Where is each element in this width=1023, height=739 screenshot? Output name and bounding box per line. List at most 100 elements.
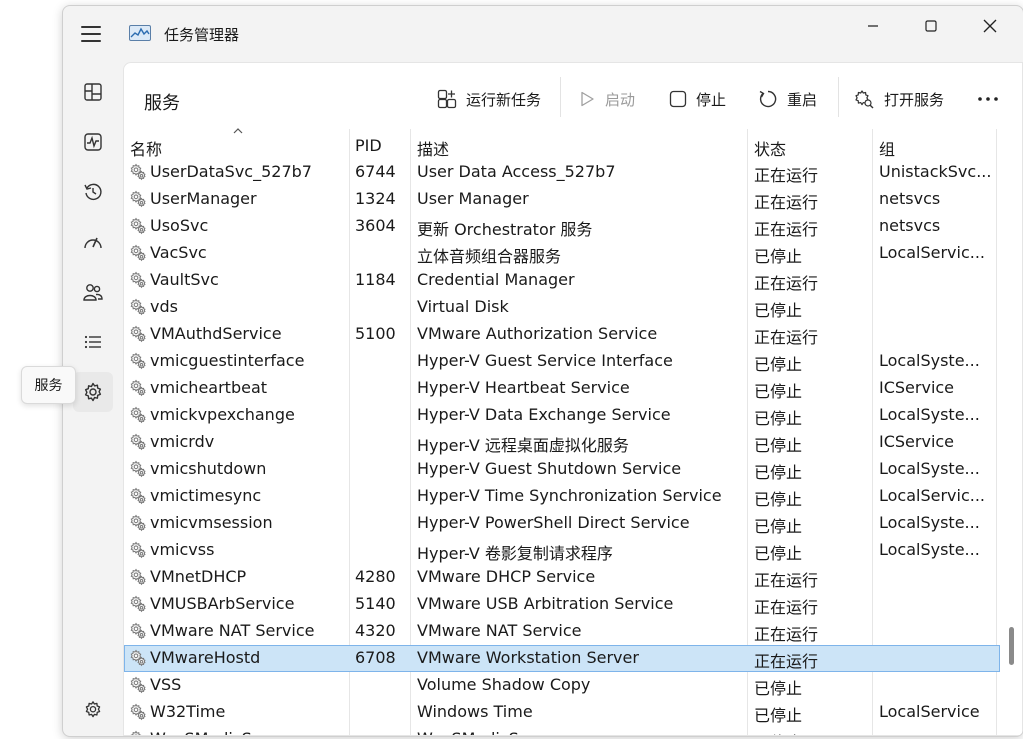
- service-gear-icon: [129, 649, 147, 667]
- service-group: LocalService: [879, 702, 980, 721]
- table-row[interactable]: VSS Volume Shadow Copy 已停止: [124, 672, 1000, 699]
- app-history-icon: [84, 183, 102, 201]
- service-status: 正在运行: [754, 652, 819, 671]
- restart-button[interactable]: 重启: [758, 83, 817, 115]
- hamburger-menu-icon[interactable]: [81, 26, 101, 42]
- run-new-task-icon: [437, 89, 457, 109]
- table-row[interactable]: vds Virtual Disk 已停止: [124, 294, 1000, 321]
- service-group: LocalSyste...: [879, 405, 980, 424]
- column-header-pid[interactable]: PID: [355, 136, 382, 155]
- column-header-group[interactable]: 组: [879, 136, 895, 160]
- table-row[interactable]: VMUSBArbService 5140 VMware USB Arbitratio…: [124, 591, 1000, 618]
- service-status: 已停止: [754, 355, 803, 374]
- restart-icon: [759, 90, 777, 108]
- service-pid: 3604: [355, 216, 396, 235]
- table-row[interactable]: UsoSvc 3604 更新 Orchestrator 服务 正在运行 netsvcs: [124, 213, 1000, 240]
- details-icon: [84, 335, 101, 349]
- table-row[interactable]: vmicheartbeat Hyper-V Heartbeat Service 已停…: [124, 375, 1000, 402]
- open-services-button[interactable]: 打开服务: [853, 83, 944, 115]
- table-row[interactable]: VMAuthdService 5100 VMware Authorization S…: [124, 321, 1000, 348]
- service-gear-icon: [129, 379, 147, 397]
- column-header-status[interactable]: 状态: [754, 136, 786, 160]
- service-pid: 1184: [355, 270, 396, 289]
- service-name: VacSvc: [150, 243, 207, 262]
- column-header-description-label: 描述: [417, 140, 450, 159]
- service-gear-icon: [129, 325, 147, 343]
- maximize-icon: [925, 20, 937, 32]
- service-name: UsoSvc: [150, 216, 209, 235]
- table-row[interactable]: vmickvpexchange Hyper-V Data Exchange Ser…: [124, 402, 1000, 429]
- service-description: Hyper-V Guest Service Interface: [417, 351, 673, 370]
- table-row[interactable]: VMwareHostd 6708 VMware Workstation Server…: [124, 645, 1000, 672]
- service-name: VMnetDHCP: [150, 567, 247, 586]
- column-header-name[interactable]: 名称: [130, 136, 162, 160]
- minimize-button[interactable]: [844, 6, 902, 46]
- table-row[interactable]: VMware NAT Service 4320 VMware NAT Service…: [124, 618, 1000, 645]
- table-row[interactable]: vmicvmsession Hyper-V PowerShell Direct S…: [124, 510, 1000, 537]
- table-row[interactable]: vmicrdv Hyper-V 远程桌面虚拟化服务 已停止 ICService: [124, 429, 1000, 456]
- service-status: 已停止: [754, 409, 803, 428]
- run-new-task-button[interactable]: 运行新任务: [437, 83, 541, 115]
- stop-button[interactable]: 停止: [669, 83, 726, 115]
- service-description: Hyper-V Heartbeat Service: [417, 378, 630, 397]
- scrollbar-thumb[interactable]: [1009, 627, 1014, 665]
- table-row[interactable]: W32Time Windows Time 已停止 LocalService: [124, 699, 1000, 726]
- start-button[interactable]: 启动: [578, 83, 635, 115]
- service-name: vmicrdv: [150, 432, 215, 451]
- services-table: 名称 PID 描述 状态 组 UserDataSvc_527b7 6744 Us…: [124, 128, 1022, 735]
- toolbar-divider: [838, 77, 839, 117]
- service-description: Hyper-V 卷影复制请求程序: [417, 544, 613, 563]
- service-pid: 5100: [355, 324, 396, 343]
- service-name: vmicvmsession: [150, 513, 273, 532]
- service-description: WaaSMedicSvc: [417, 729, 747, 735]
- service-gear-icon: [129, 271, 147, 289]
- service-name: vmictimesync: [150, 486, 262, 505]
- nav-users[interactable]: [73, 272, 113, 312]
- table-row[interactable]: UserDataSvc_527b7 6744 User Data Access_52…: [124, 159, 1000, 186]
- close-button[interactable]: [961, 6, 1019, 46]
- more-options-button[interactable]: [977, 83, 1008, 115]
- nav-details[interactable]: [73, 322, 113, 362]
- table-row[interactable]: vmicshutdown Hyper-V Guest Shutdown Servi…: [124, 456, 1000, 483]
- table-row[interactable]: UserManager 1324 User Manager 正在运行 netsvcs: [124, 186, 1000, 213]
- service-description: Windows Time: [417, 702, 533, 721]
- service-group: LocalSyste...: [879, 513, 980, 532]
- service-status: 已停止: [754, 544, 803, 563]
- service-group: LocalServic...: [879, 243, 986, 262]
- table-row[interactable]: VacSvc 立体音频组合器服务 已停止 LocalServic...: [124, 240, 1000, 267]
- service-description: Volume Shadow Copy: [417, 675, 591, 694]
- nav-settings[interactable]: [73, 690, 113, 730]
- table-row[interactable]: vmictimesync Hyper-V Time Synchronization…: [124, 483, 1000, 510]
- nav-processes[interactable]: [73, 72, 113, 112]
- services-icon: [84, 382, 102, 402]
- table-row[interactable]: WaaSMedicSvc WaaSMedicSvc 已停止 wusvcs: [124, 726, 1000, 735]
- service-gear-icon: [129, 541, 147, 559]
- nav-startup-apps[interactable]: [73, 222, 113, 262]
- service-status: 正在运行: [754, 598, 819, 617]
- task-manager-window: 任务管理器 服务 运行新任务 启动 停止 重启 打开服务 名称 PID 描述 状…: [62, 5, 1023, 737]
- table-row[interactable]: vmicvss Hyper-V 卷影复制请求程序 已停止 LocalSyste...: [124, 537, 1000, 564]
- service-status: 正在运行: [754, 274, 819, 293]
- service-status: 正在运行: [754, 166, 819, 185]
- service-name: VMAuthdService: [150, 324, 282, 343]
- table-row[interactable]: vmicguestinterface Hyper-V Guest Service …: [124, 348, 1000, 375]
- table-row[interactable]: VaultSvc 1184 Credential Manager 正在运行: [124, 267, 1000, 294]
- service-status: 已停止: [754, 463, 803, 482]
- nav-app-history[interactable]: [73, 172, 113, 212]
- service-pid: 1324: [355, 189, 396, 208]
- column-header-group-label: 组: [879, 140, 896, 159]
- service-group: LocalSyste...: [879, 459, 980, 478]
- service-description: Hyper-V Time Synchronization Service: [417, 486, 722, 505]
- nav-services[interactable]: [73, 372, 113, 412]
- maximize-button[interactable]: [902, 6, 960, 46]
- service-name: UserManager: [150, 189, 257, 208]
- nav-performance[interactable]: [73, 122, 113, 162]
- stop-icon: [669, 90, 687, 108]
- service-gear-icon: [129, 703, 147, 721]
- service-status: 已停止: [754, 247, 803, 266]
- table-row[interactable]: VMnetDHCP 4280 VMware DHCP Service 正在运行: [124, 564, 1000, 591]
- column-header-description[interactable]: 描述: [417, 136, 449, 160]
- service-name: vds: [150, 297, 178, 316]
- vertical-scrollbar[interactable]: [1006, 159, 1018, 735]
- column-header-pid-label: PID: [355, 136, 382, 155]
